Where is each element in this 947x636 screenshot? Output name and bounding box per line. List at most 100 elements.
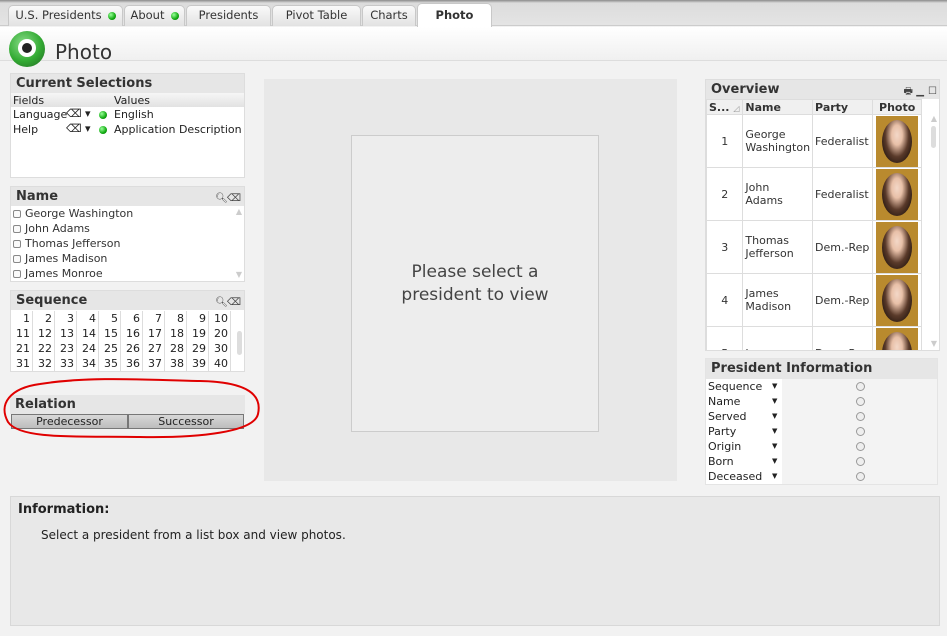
sequence-item[interactable]: 5	[99, 311, 121, 326]
minimize-icon[interactable]: ▁	[916, 82, 924, 101]
sequence-item[interactable]: 16	[121, 326, 143, 341]
sequence-item[interactable]: 40	[209, 356, 231, 371]
cell-sequence: 1	[706, 114, 744, 168]
tab-pivot-table[interactable]: Pivot Table	[272, 5, 361, 26]
sequence-item[interactable]: 8	[165, 311, 187, 326]
name-list-item[interactable]: James Monroe	[11, 266, 244, 281]
name-listbox-title: Name	[16, 189, 59, 204]
scrollbar-thumb[interactable]	[931, 126, 936, 148]
print-icon[interactable]: 🖶︎	[904, 82, 913, 101]
sequence-item[interactable]: 2	[33, 311, 55, 326]
scroll-up-icon[interactable]: ▲	[931, 114, 937, 123]
sequence-item[interactable]: 20	[209, 326, 231, 341]
overview-header: Overview 🖶︎ ▁ ☐	[706, 80, 939, 99]
current-selections-box: Current Selections Fields Values Languag…	[10, 73, 245, 178]
sequence-item[interactable]: 27	[143, 341, 165, 356]
sequence-item[interactable]: 32	[33, 356, 55, 371]
eraser-icon[interactable]: ⌫ ▾	[66, 122, 91, 135]
sequence-item[interactable]: 17	[143, 326, 165, 341]
sequence-item[interactable]: 14	[77, 326, 99, 341]
sequence-item[interactable]: 26	[121, 341, 143, 356]
column-header-party[interactable]: Party	[812, 99, 874, 115]
info-row: Party ▼	[706, 424, 937, 439]
sequence-item[interactable]: 7	[143, 311, 165, 326]
dropdown-arrow-icon[interactable]: ▼	[772, 424, 777, 439]
sequence-item[interactable]: 36	[121, 356, 143, 371]
table-row[interactable]: 3 Thomas Jefferson Dem.-Rep	[706, 220, 922, 274]
sequence-item[interactable]: 29	[187, 341, 209, 356]
sequence-item[interactable]: 1	[11, 311, 33, 326]
sequence-item[interactable]: 21	[11, 341, 33, 356]
column-header-photo[interactable]: Photo	[872, 99, 922, 115]
item-label: George Washington	[25, 207, 134, 220]
scroll-up-icon[interactable]: ▲	[236, 207, 242, 216]
sequence-item[interactable]: 12	[33, 326, 55, 341]
checkbox-icon	[13, 225, 21, 233]
sequence-item[interactable]: 13	[55, 326, 77, 341]
sequence-item[interactable]: 4	[77, 311, 99, 326]
sequence-item[interactable]: 30	[209, 341, 231, 356]
name-list-item[interactable]: George Washington	[11, 206, 244, 221]
tab-about[interactable]: About	[124, 5, 185, 26]
dropdown-arrow-icon[interactable]: ▼	[772, 454, 777, 469]
empty-radio-icon	[856, 412, 865, 421]
table-row[interactable]: 1 George Washington Federalist	[706, 114, 922, 168]
name-list-item[interactable]: Thomas Jefferson	[11, 236, 244, 251]
tab-photo[interactable]: Photo	[417, 3, 492, 27]
sequence-item[interactable]: 34	[77, 356, 99, 371]
sequence-item[interactable]: 37	[143, 356, 165, 371]
sequence-item[interactable]: 11	[11, 326, 33, 341]
info-field-value	[782, 469, 937, 484]
checkbox-icon	[13, 210, 21, 218]
sequence-item[interactable]: 38	[165, 356, 187, 371]
tab-label: U.S. Presidents	[15, 8, 102, 22]
column-header-name[interactable]: Name	[742, 99, 814, 115]
sequence-item[interactable]: 22	[33, 341, 55, 356]
table-row[interactable]: 4 James Madison Dem.-Rep	[706, 273, 922, 327]
sequence-item[interactable]: 39	[187, 356, 209, 371]
item-label: James Monroe	[25, 267, 103, 280]
eraser-icon[interactable]: ⌫ ▾	[66, 107, 91, 120]
name-listbox: Name 🔍︎ ⌫ George Washington John Adams Thoma…	[10, 186, 245, 282]
dropdown-arrow-icon[interactable]: ▼	[772, 409, 777, 424]
name-list-item[interactable]: John Adams	[11, 221, 244, 236]
president-portrait	[876, 327, 919, 350]
tab-us-presidents[interactable]: U.S. Presidents	[8, 5, 123, 26]
sequence-item[interactable]: 31	[11, 356, 33, 371]
tab-presidents[interactable]: Presidents	[186, 5, 271, 26]
dropdown-arrow-icon[interactable]: ▼	[772, 439, 777, 454]
name-listbox-header: Name 🔍︎ ⌫	[11, 187, 244, 206]
dropdown-arrow-icon[interactable]: ▼	[772, 379, 777, 394]
sequence-item[interactable]: 19	[187, 326, 209, 341]
table-row[interactable]: 2 John Adams Federalist	[706, 167, 922, 221]
scrollbar-thumb[interactable]	[237, 331, 242, 355]
sequence-item[interactable]: 3	[55, 311, 77, 326]
dropdown-arrow-icon[interactable]: ▼	[772, 469, 777, 484]
scroll-down-icon[interactable]: ▼	[931, 339, 937, 348]
sequence-item[interactable]: 10	[209, 311, 231, 326]
table-row[interactable]: 5JamesDem.-Rep	[706, 326, 922, 350]
clear-icon[interactable]: ⌫	[227, 293, 241, 312]
scroll-down-icon[interactable]: ▼	[236, 270, 242, 279]
info-field-label: Origin	[708, 439, 782, 454]
name-list-item[interactable]: James Madison	[11, 251, 244, 266]
sequence-item[interactable]: 15	[99, 326, 121, 341]
clear-icon[interactable]: ⌫	[227, 189, 241, 208]
empty-radio-icon	[856, 427, 865, 436]
sequence-item[interactable]: 24	[77, 341, 99, 356]
sequence-item[interactable]: 23	[55, 341, 77, 356]
sequence-item[interactable]: 33	[55, 356, 77, 371]
sequence-item[interactable]: 28	[165, 341, 187, 356]
checkbox-icon	[13, 270, 21, 278]
sequence-item[interactable]: 9	[187, 311, 209, 326]
column-header-sequence[interactable]: S... ◿	[706, 99, 744, 115]
tab-charts[interactable]: Charts	[362, 5, 416, 26]
info-field-value	[782, 424, 937, 439]
sequence-item[interactable]: 6	[121, 311, 143, 326]
dropdown-arrow-icon[interactable]: ▼	[772, 394, 777, 409]
sequence-item[interactable]: 35	[99, 356, 121, 371]
sequence-item[interactable]: 25	[99, 341, 121, 356]
item-label: Thomas Jefferson	[25, 237, 121, 250]
sequence-item[interactable]: 18	[165, 326, 187, 341]
maximize-icon[interactable]: ☐	[928, 82, 937, 101]
